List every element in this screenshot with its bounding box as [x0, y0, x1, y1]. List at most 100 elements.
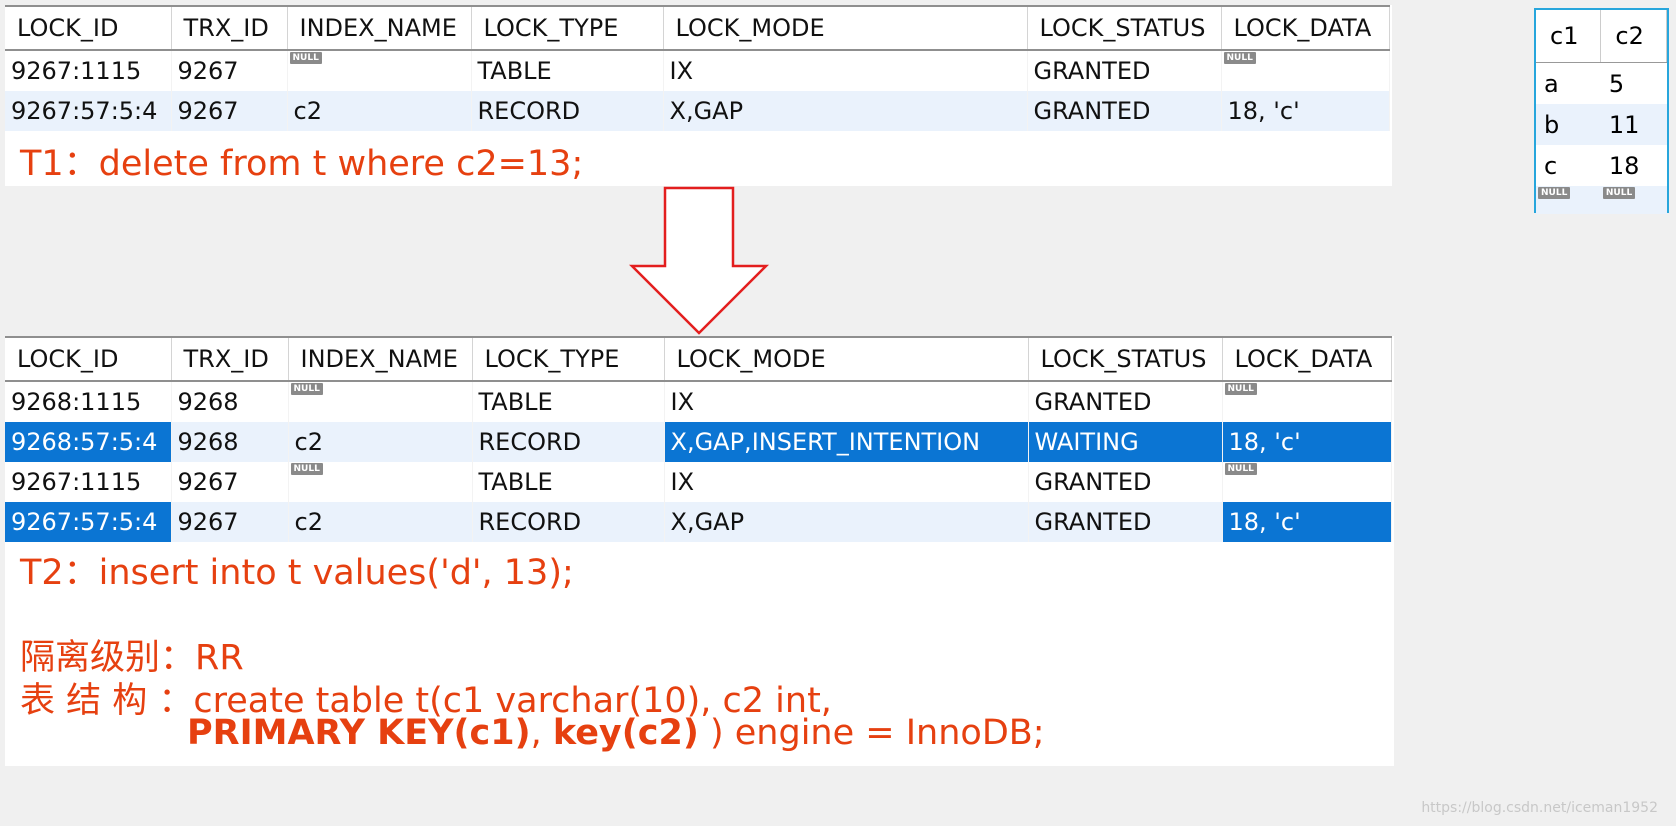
column-header-index-name[interactable]: INDEX_NAME [287, 5, 472, 51]
cell-lock-status[interactable]: GRANTED [1028, 502, 1223, 542]
cell-c1[interactable]: NULL [1536, 186, 1601, 214]
cell-index-name[interactable]: NULL [287, 50, 472, 91]
cell-index-name[interactable]: NULL [288, 381, 473, 422]
cell-c1[interactable]: b [1536, 104, 1601, 145]
t1-caption: T1：delete from t where c2=13; [20, 144, 584, 184]
cell-lock-type[interactable]: RECORD [472, 502, 665, 542]
column-header-lock-id[interactable]: LOCK_ID [5, 336, 172, 382]
column-header-lock-data[interactable]: LOCK_DATA [1222, 336, 1392, 382]
new-row[interactable]: NULL NULL [1536, 186, 1667, 214]
table-t-rows: c1 c2 a 5 b 11 c 18 NULL NULL [1536, 10, 1667, 214]
cell-c2[interactable]: 18 [1601, 145, 1667, 186]
watermark: https://blog.csdn.net/iceman1952 [1421, 800, 1658, 816]
cell-lock-data[interactable]: NULL [1222, 381, 1392, 422]
cell-trx-id[interactable]: 9268 [171, 422, 289, 462]
null-badge: NULL [290, 463, 323, 475]
cell-c1[interactable]: a [1536, 63, 1601, 105]
cell-index-name[interactable]: c2 [288, 422, 473, 462]
schema-key: key(c2) [552, 713, 699, 753]
table-row[interactable]: 9268:1115 9268 NULL TABLE IX GRANTED NUL… [5, 381, 1392, 422]
down-arrow-icon [628, 186, 770, 335]
cell-trx-id[interactable]: 9267 [171, 502, 289, 542]
null-badge: NULL [1223, 52, 1256, 64]
cell-lock-type[interactable]: TABLE [472, 381, 665, 422]
cell-lock-id[interactable]: 9268:57:5:4 [5, 422, 172, 462]
cell-lock-id[interactable]: 9267:57:5:4 [5, 91, 172, 131]
cell-lock-data[interactable]: 18, 'c' [1221, 91, 1390, 131]
table-row[interactable]: 9268:57:5:4 9268 c2 RECORD X,GAP,INSERT_… [5, 422, 1392, 462]
cell-c2[interactable]: NULL [1600, 186, 1667, 214]
t2-caption: T2：insert into t values('d', 13); [20, 553, 574, 593]
schema-label: 表 结 构 ： [20, 681, 194, 721]
cell-lock-mode[interactable]: X,GAP,INSERT_INTENTION [664, 422, 1029, 462]
column-header-lock-id[interactable]: LOCK_ID [5, 5, 172, 51]
column-header-c1[interactable]: c1 [1536, 10, 1602, 63]
cell-lock-id[interactable]: 9267:1115 [5, 50, 172, 91]
cell-lock-id[interactable]: 9267:1115 [5, 462, 172, 502]
cell-lock-type[interactable]: RECORD [472, 422, 665, 462]
null-badge: NULL [1538, 187, 1571, 199]
cell-lock-id[interactable]: 9267:57:5:4 [5, 502, 172, 542]
cell-lock-type[interactable]: RECORD [471, 91, 664, 131]
column-header-lock-data[interactable]: LOCK_DATA [1221, 5, 1390, 51]
t2-header-row: LOCK_ID TRX_ID INDEX_NAME LOCK_TYPE LOCK… [5, 336, 1392, 382]
table-t-data-grid: c1 c2 a 5 b 11 c 18 NULL NULL [1534, 8, 1669, 214]
cell-index-name[interactable]: NULL [288, 462, 473, 502]
t2-lock-table: LOCK_ID TRX_ID INDEX_NAME LOCK_TYPE LOCK… [5, 336, 1392, 542]
t1-panel: LOCK_ID TRX_ID INDEX_NAME LOCK_TYPE LOCK… [5, 5, 1392, 186]
t1-header-row: LOCK_ID TRX_ID INDEX_NAME LOCK_TYPE LOCK… [5, 5, 1390, 51]
table-row[interactable]: c 18 [1536, 145, 1667, 186]
null-badge: NULL [289, 52, 322, 64]
side-header-row: c1 c2 [1536, 10, 1667, 63]
cell-lock-status[interactable]: GRANTED [1027, 91, 1222, 131]
cell-lock-mode[interactable]: X,GAP [663, 91, 1028, 131]
cell-lock-mode[interactable]: X,GAP [664, 502, 1029, 542]
cell-lock-status[interactable]: GRANTED [1028, 381, 1223, 422]
table-row[interactable]: 9267:57:5:4 9267 c2 RECORD X,GAP GRANTED… [5, 91, 1390, 131]
cell-lock-data[interactable]: 18, 'c' [1222, 422, 1392, 462]
null-badge: NULL [1224, 463, 1257, 475]
cell-lock-type[interactable]: TABLE [471, 50, 664, 91]
column-header-lock-type[interactable]: LOCK_TYPE [471, 5, 664, 51]
column-header-trx-id[interactable]: TRX_ID [171, 5, 288, 51]
cell-lock-type[interactable]: TABLE [472, 462, 665, 502]
cell-lock-id[interactable]: 9268:1115 [5, 381, 172, 422]
column-header-trx-id[interactable]: TRX_ID [171, 336, 289, 382]
column-header-lock-type[interactable]: LOCK_TYPE [472, 336, 665, 382]
cell-lock-data[interactable]: NULL [1221, 50, 1390, 91]
column-header-c2[interactable]: c2 [1600, 10, 1667, 63]
cell-lock-status[interactable]: GRANTED [1027, 50, 1222, 91]
schema-primary-key: PRIMARY KEY(c1) [187, 713, 531, 753]
t1-lock-table: LOCK_ID TRX_ID INDEX_NAME LOCK_TYPE LOCK… [5, 5, 1390, 131]
column-header-lock-status[interactable]: LOCK_STATUS [1028, 336, 1223, 382]
null-badge: NULL [290, 383, 323, 395]
column-header-lock-status[interactable]: LOCK_STATUS [1027, 5, 1222, 51]
cell-trx-id[interactable]: 9267 [171, 462, 289, 502]
cell-trx-id[interactable]: 9267 [171, 50, 288, 91]
cell-c1[interactable]: c [1536, 145, 1601, 186]
table-row[interactable]: 9267:57:5:4 9267 c2 RECORD X,GAP GRANTED… [5, 502, 1392, 542]
cell-lock-status[interactable]: WAITING [1028, 422, 1223, 462]
column-header-index-name[interactable]: INDEX_NAME [288, 336, 473, 382]
table-row[interactable]: b 11 [1536, 104, 1667, 145]
column-header-lock-mode[interactable]: LOCK_MODE [664, 336, 1029, 382]
cell-index-name[interactable]: c2 [288, 502, 473, 542]
schema-separator: , [530, 713, 542, 753]
cell-lock-data[interactable]: NULL [1222, 462, 1392, 502]
column-header-lock-mode[interactable]: LOCK_MODE [663, 5, 1028, 51]
schema-tail: ) engine = InnoDB; [709, 713, 1045, 753]
table-row[interactable]: 9267:1115 9267 NULL TABLE IX GRANTED NUL… [5, 462, 1392, 502]
cell-trx-id[interactable]: 9268 [171, 381, 289, 422]
t2-panel: LOCK_ID TRX_ID INDEX_NAME LOCK_TYPE LOCK… [5, 336, 1394, 766]
cell-c2[interactable]: 11 [1600, 104, 1667, 145]
cell-trx-id[interactable]: 9267 [171, 91, 288, 131]
cell-c2[interactable]: 5 [1601, 63, 1667, 105]
cell-lock-data[interactable]: 18, 'c' [1222, 502, 1392, 542]
table-row[interactable]: a 5 [1536, 63, 1667, 105]
cell-index-name[interactable]: c2 [287, 91, 472, 131]
table-row[interactable]: 9267:1115 9267 NULL TABLE IX GRANTED NUL… [5, 50, 1390, 91]
cell-lock-status[interactable]: GRANTED [1028, 462, 1223, 502]
cell-lock-mode[interactable]: IX [663, 50, 1028, 91]
cell-lock-mode[interactable]: IX [664, 462, 1029, 502]
cell-lock-mode[interactable]: IX [664, 381, 1029, 422]
